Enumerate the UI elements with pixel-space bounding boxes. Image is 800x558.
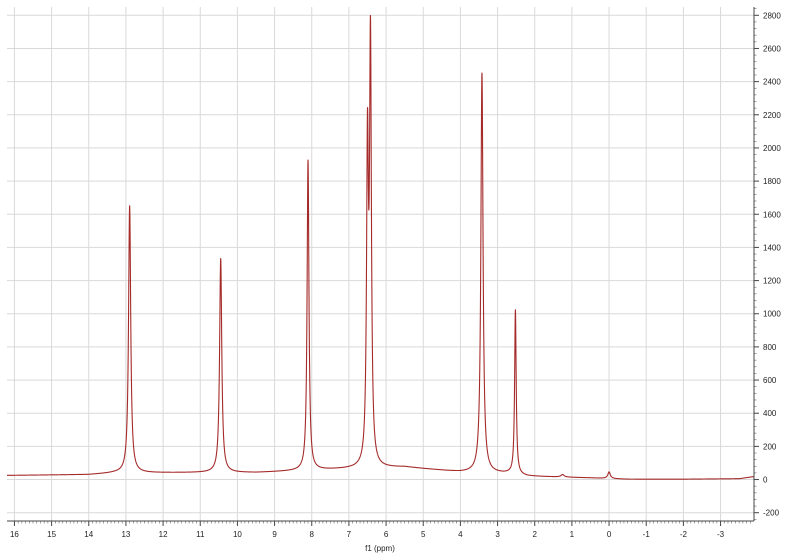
nmr-spectrum-chart: 16 15 14 13 12 11 10 9 8 7 6 5 4 3 2 1 0 -1 -2 -3 -20002004… [0, 0, 800, 558]
x-tick-label: 13 [121, 530, 130, 539]
x-tick-label: 8 [310, 530, 315, 539]
x-tick-label: -2 [680, 530, 688, 539]
x-tick-label: 7 [347, 530, 352, 539]
x-tick-label: 11 [196, 530, 205, 539]
x-tick-label: 6 [384, 530, 389, 539]
y-tick-label: 2200 [763, 111, 781, 120]
y-tick-label: 1800 [763, 177, 781, 186]
x-axis-title: f1 (ppm) [365, 544, 395, 553]
x-tick-label: 0 [607, 530, 612, 539]
x-tick-label: 10 [233, 530, 242, 539]
x-tick-label: 1 [570, 530, 575, 539]
y-tick-label: 2800 [763, 11, 781, 20]
y-tick-label: 200 [763, 442, 777, 451]
y-tick-label: 2000 [763, 144, 781, 153]
chart-background [0, 0, 800, 558]
x-tick-label: 15 [47, 530, 56, 539]
y-tick-label: 0 [763, 476, 768, 485]
x-tick-label: 4 [458, 530, 463, 539]
x-tick-label: 12 [159, 530, 168, 539]
x-tick-label: 2 [533, 530, 538, 539]
y-tick-label: 800 [763, 343, 777, 352]
x-tick-label: 16 [10, 530, 19, 539]
y-tick-label: 1000 [763, 310, 781, 319]
x-tick-label: 5 [421, 530, 426, 539]
y-tick-label: -200 [763, 509, 780, 518]
y-tick-label: 400 [763, 409, 777, 418]
y-tick-label: 600 [763, 376, 777, 385]
x-tick-label: 9 [272, 530, 277, 539]
y-tick-label: 2400 [763, 78, 781, 87]
x-tick-label: 14 [84, 530, 93, 539]
y-tick-label: 1400 [763, 243, 781, 252]
x-tick-label: -1 [643, 530, 651, 539]
y-tick-label: 1200 [763, 277, 781, 286]
y-tick-label: 1600 [763, 210, 781, 219]
x-tick-label: -3 [717, 530, 725, 539]
x-tick-label: 3 [495, 530, 500, 539]
y-tick-label: 2600 [763, 44, 781, 53]
